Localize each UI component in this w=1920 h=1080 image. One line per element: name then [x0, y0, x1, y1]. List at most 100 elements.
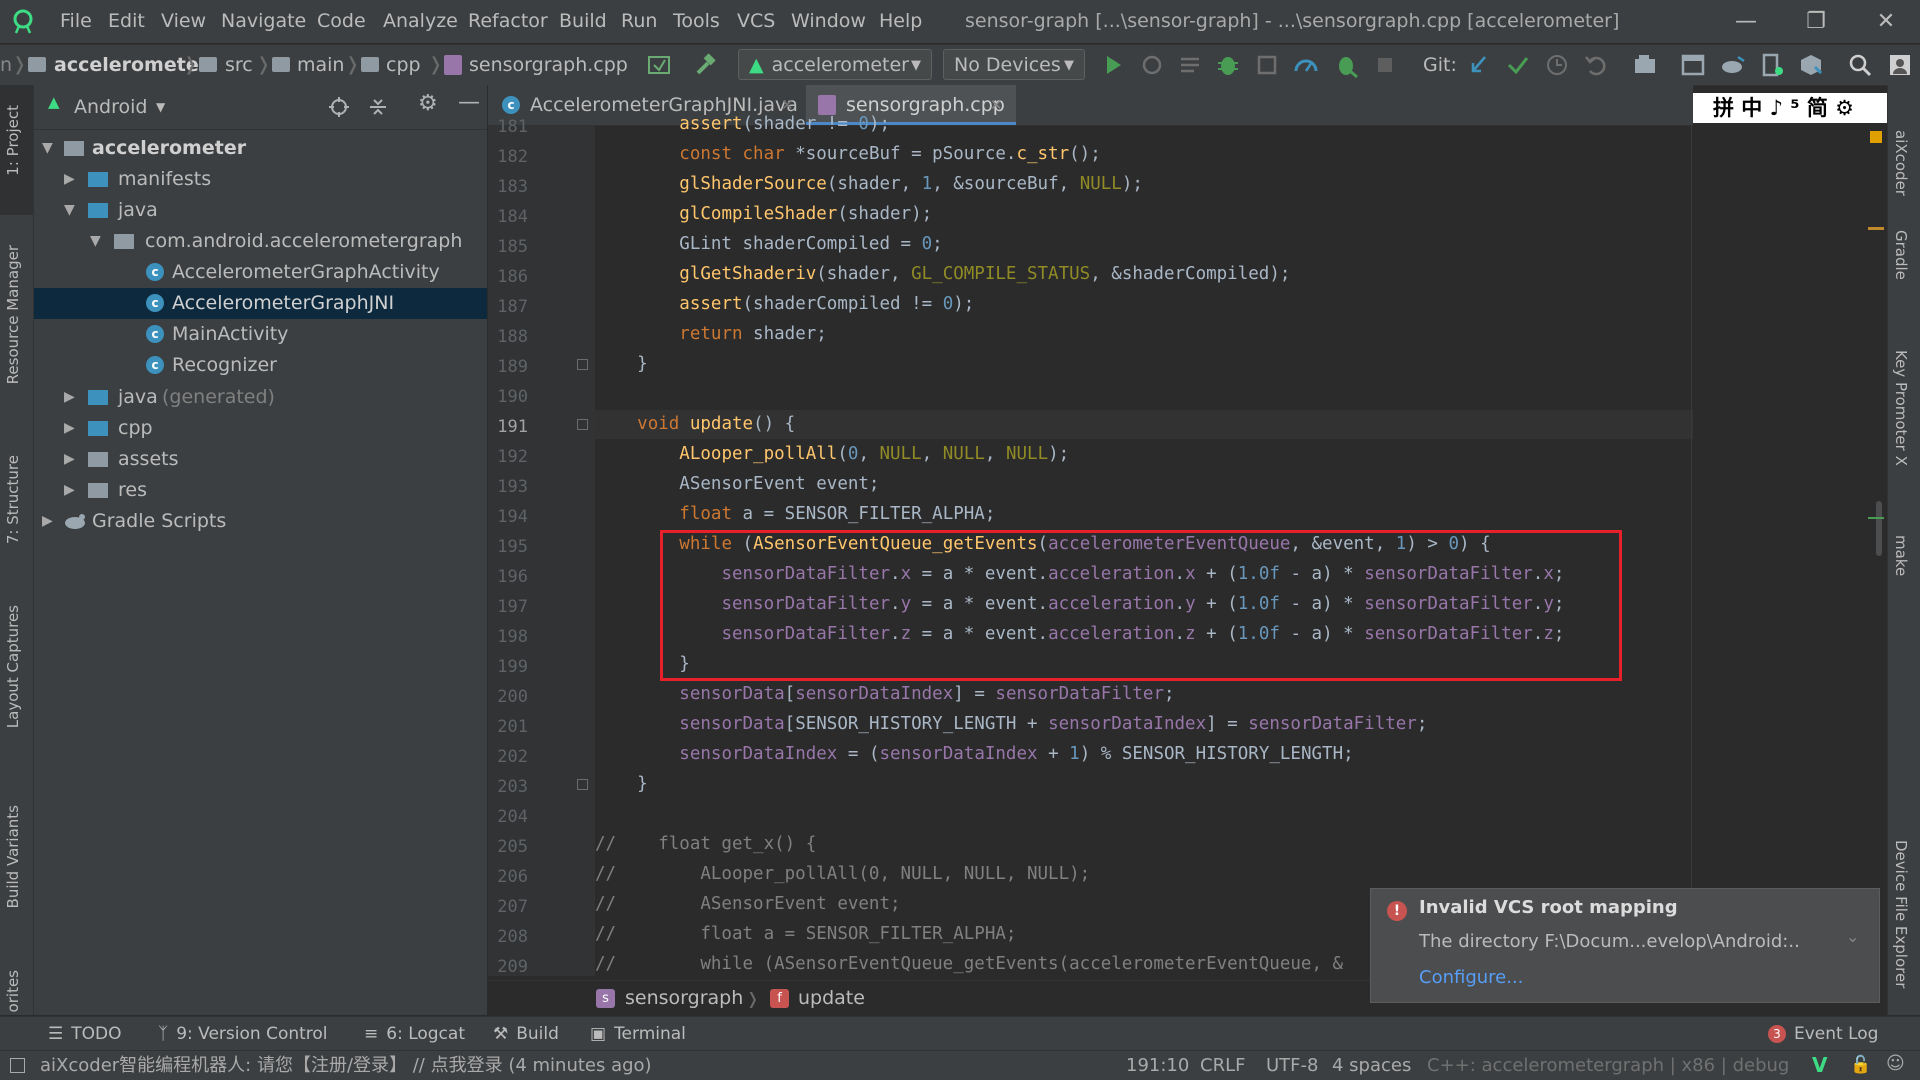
menu-vcs[interactable]: VCS [737, 0, 775, 43]
debug-icon[interactable] [1214, 51, 1242, 79]
fold-marker-icon[interactable] [577, 419, 588, 430]
menu-run[interactable]: Run [621, 0, 657, 43]
menu-build[interactable]: Build [559, 0, 607, 43]
build-variants-tab[interactable]: Build Variants [4, 805, 22, 908]
close-tab-icon[interactable]: ✕ [990, 85, 1003, 125]
line-separator[interactable]: CRLF [1200, 1051, 1245, 1080]
restore-button[interactable]: ❐ [1786, 0, 1846, 43]
indent-setting[interactable]: 4 spaces [1332, 1051, 1411, 1080]
coverage-icon[interactable] [1253, 51, 1281, 79]
make-tab[interactable]: make [1892, 535, 1910, 576]
menu-file[interactable]: File [60, 0, 92, 43]
tree-item-java[interactable]: ▼ java [34, 195, 487, 226]
locate-file-icon[interactable] [328, 96, 350, 118]
gradle-tab[interactable]: Gradle [1892, 230, 1910, 280]
tree-item-module[interactable]: ▼ accelerometer [34, 133, 487, 164]
hide-panel-icon[interactable]: — [458, 90, 480, 115]
menu-help[interactable]: Help [879, 0, 922, 43]
tree-item-assets[interactable]: ▶ assets [34, 444, 487, 475]
collapse-all-icon[interactable] [367, 96, 389, 118]
fold-marker-icon[interactable] [577, 779, 588, 790]
profile-icon[interactable] [1292, 51, 1320, 79]
tree-item-cpp[interactable]: ▶ cpp [34, 413, 487, 444]
run-configuration-select[interactable]: ▲ accelerometer ▼ [738, 49, 932, 80]
structure-tab[interactable]: 7: Structure [4, 455, 22, 544]
project-structure-icon[interactable] [1631, 51, 1659, 79]
menu-edit[interactable]: Edit [108, 0, 145, 43]
device-file-explorer-tab[interactable]: Device File Explorer [1892, 840, 1910, 988]
search-icon[interactable] [1846, 51, 1874, 79]
tree-item-class[interactable]: c MainActivity [34, 319, 487, 350]
status-message[interactable]: aiXcoder智能编程机器人: 请您【注册/登录】 // 点我登录 (4 mi… [40, 1051, 652, 1080]
aixcoder-tab[interactable]: aiXcoder [1892, 130, 1910, 196]
breadcrumb-main[interactable]: main [297, 45, 344, 85]
favorites-tab[interactable]: orites [4, 970, 22, 1012]
git-commit-icon[interactable] [1504, 51, 1532, 79]
menu-tools[interactable]: Tools [673, 0, 720, 43]
stop-icon[interactable] [1371, 51, 1399, 79]
user-avatar-icon[interactable] [1886, 51, 1914, 79]
gradle-sync-icon[interactable] [1718, 51, 1746, 79]
hammer-build-icon[interactable] [692, 51, 720, 79]
breadcrumb-src[interactable]: src [225, 45, 253, 85]
tree-item-class[interactable]: c Recognizer [34, 350, 487, 381]
vcs-status-icon[interactable]: V [1812, 1053, 1827, 1077]
layout-captures-tab[interactable]: Layout Captures [4, 605, 22, 728]
vcs-notification-balloon[interactable]: ! Invalid VCS root mapping The directory… [1370, 888, 1880, 1003]
editor-scrollbar[interactable] [1866, 126, 1886, 976]
breadcrumb-file-scope[interactable]: sensorgraph [625, 981, 743, 1016]
expand-chevron-icon[interactable]: ⌄ [1846, 927, 1859, 946]
lock-icon[interactable]: 🔓 [1850, 1055, 1871, 1075]
tree-item-class[interactable]: c AccelerometerGraphActivity [34, 257, 487, 288]
attach-debugger-icon[interactable] [1332, 51, 1360, 79]
cpp-context[interactable]: C++: accelerometergraph | x86 | debug [1427, 1051, 1789, 1080]
rollback-icon[interactable] [1582, 51, 1610, 79]
device-select[interactable]: No Devices ▼ [943, 49, 1085, 80]
minimize-button[interactable]: — [1716, 0, 1776, 43]
scroll-thumb[interactable] [1876, 501, 1882, 556]
event-log-tool-button[interactable]: 3 Event Log [1768, 1017, 1878, 1051]
breadcrumb-function-scope[interactable]: update [798, 981, 865, 1016]
menu-window[interactable]: Window [791, 0, 866, 43]
history-icon[interactable] [1543, 51, 1571, 79]
avd-manager-icon[interactable] [1758, 51, 1786, 79]
run-icon[interactable] [1099, 51, 1127, 79]
build-tool-button[interactable]: ⚒ Build [493, 1017, 559, 1051]
todo-tool-button[interactable]: ☰ TODO [48, 1017, 122, 1051]
tree-item-package[interactable]: ▼ com.android.accelerometergraph [34, 226, 487, 257]
menu-refactor[interactable]: Refactor [468, 0, 548, 43]
configure-link[interactable]: Configure... [1419, 967, 1523, 988]
version-control-tool-button[interactable]: ᛉ 9: Version Control [158, 1017, 328, 1051]
tree-item-java-generated[interactable]: ▶ java (generated) [34, 382, 487, 413]
gear-icon[interactable]: ⚙ [418, 91, 438, 116]
project-tool-tab[interactable]: 1: Project [4, 105, 22, 176]
apply-code-changes-icon[interactable] [1176, 51, 1204, 79]
caret-position[interactable]: 191:10 [1126, 1051, 1189, 1080]
toggle-tool-windows-icon[interactable] [10, 1058, 25, 1073]
breadcrumb-cpp[interactable]: cpp [386, 45, 421, 85]
menu-view[interactable]: View [161, 0, 206, 43]
warning-marker-icon[interactable] [1870, 131, 1882, 143]
tree-item-res[interactable]: ▶ res [34, 475, 487, 506]
sdk-manager-icon[interactable] [1797, 51, 1825, 79]
git-update-icon[interactable] [1465, 51, 1493, 79]
tree-item-class-selected[interactable]: c AccelerometerGraphJNI [34, 288, 487, 319]
tree-item-gradle-scripts[interactable]: ▶ Gradle Scripts [34, 506, 487, 537]
key-promoter-tab[interactable]: Key Promoter X [1892, 350, 1910, 466]
project-view-select[interactable]: Android [74, 85, 147, 129]
apply-changes-icon[interactable] [1138, 51, 1166, 79]
chevron-down-icon[interactable]: ▼ [156, 85, 165, 129]
fold-marker-icon[interactable] [577, 359, 588, 370]
logcat-tool-button[interactable]: ≡ 6: Logcat [364, 1017, 465, 1051]
resource-manager-tab[interactable]: Resource Manager [4, 245, 22, 384]
breadcrumb-file[interactable]: sensorgraph.cpp [469, 45, 628, 85]
menu-code[interactable]: Code [317, 0, 366, 43]
tree-item-manifests[interactable]: ▶ manifests [34, 164, 487, 195]
sync-icon[interactable] [645, 51, 673, 79]
layout-inspector-icon[interactable] [1679, 51, 1707, 79]
close-button[interactable]: ✕ [1856, 0, 1916, 43]
menu-navigate[interactable]: Navigate [221, 0, 306, 43]
inspector-icon[interactable]: ☺ [1886, 1053, 1905, 1074]
menu-analyze[interactable]: Analyze [383, 0, 458, 43]
terminal-tool-button[interactable]: ▣ Terminal [590, 1017, 686, 1051]
